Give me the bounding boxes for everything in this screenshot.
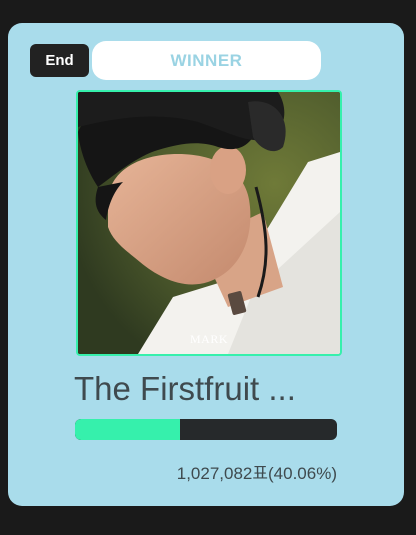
vote-progress-fill [75,419,180,440]
album-photo [78,92,340,354]
vote-progress-bar [75,419,337,440]
status-badge: End [30,44,89,77]
vote-count: 1,027,082표(40.06%) [176,464,337,483]
album-art[interactable]: MARK [76,90,342,356]
winner-badge: WINNER [92,41,321,80]
vote-result-card[interactable]: End WINNER MARK The Firstfruit ... 1,027… [8,23,404,506]
song-title: The Firstfruit ... [74,370,296,407]
album-art-caption: MARK [189,332,228,346]
